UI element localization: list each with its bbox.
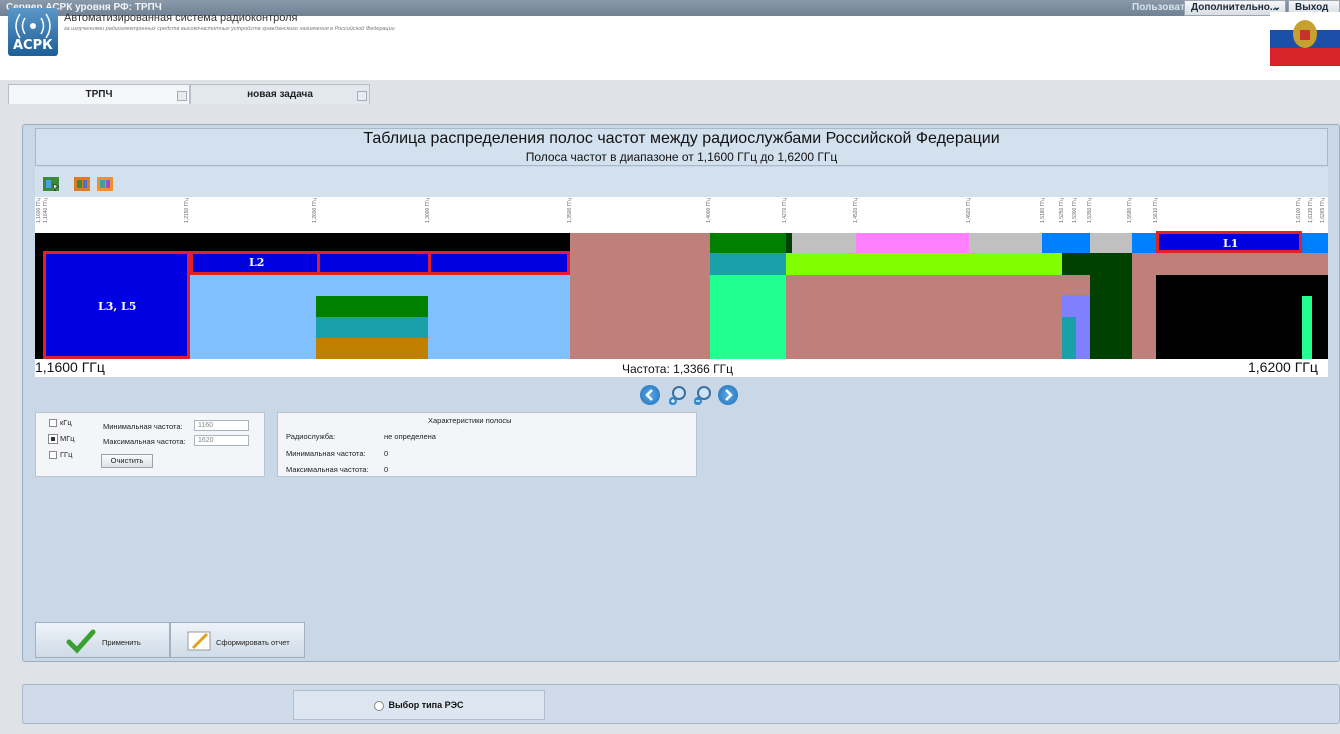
app-title: Автоматизированная система радиоконтроля: [64, 12, 298, 24]
tick-label: 1,3500 ГГц: [567, 198, 573, 223]
service-value: не определена: [384, 432, 436, 441]
checkmark-icon: [66, 629, 96, 654]
band-block[interactable]: [710, 233, 786, 253]
band-min-value: 0: [384, 449, 389, 458]
max-freq-label: Максимальная частота:: [103, 437, 186, 446]
report-button[interactable]: Сформировать отчет: [170, 622, 305, 658]
layers-icon[interactable]: [73, 175, 91, 193]
tick-label: 1,1600 ГГц: [36, 198, 42, 223]
band-block[interactable]: [570, 233, 710, 359]
band-block[interactable]: [969, 233, 1042, 253]
band-block[interactable]: [316, 317, 428, 338]
ghz-radio[interactable]: [49, 451, 57, 459]
tick-label: 1,2600 ГГц: [312, 198, 318, 223]
tick-label: 1,5610 ГГц: [1153, 198, 1159, 223]
res-type-radio[interactable]: [374, 700, 385, 711]
scroll-right-icon[interactable]: [718, 385, 738, 405]
band-block[interactable]: [710, 275, 786, 359]
frequency-ruler: [35, 197, 1328, 233]
tick-label: 1,6100 ГГц: [1296, 198, 1302, 223]
band-block[interactable]: [710, 253, 786, 275]
tick-label: 1,3000 ГГц: [425, 198, 431, 223]
band-block[interactable]: [856, 233, 969, 253]
radio-wave-icon: [15, 13, 51, 39]
band-min-label: Минимальная частота:: [286, 449, 366, 458]
tick-label: 1,4270 ГГц: [782, 198, 788, 223]
bottom-panel: [22, 684, 1340, 724]
logo-text: АСРК: [13, 38, 53, 53]
band-l2-label: L2: [249, 256, 265, 269]
freq-max-label: 1,6200 ГГц: [1248, 359, 1318, 375]
max-freq-input[interactable]: 1620: [194, 435, 249, 446]
tick-label: 1,2150 ГГц: [184, 198, 190, 223]
min-freq-label: Минимальная частота:: [103, 422, 183, 431]
zoom-in-icon[interactable]: [667, 385, 687, 405]
band-block[interactable]: [1090, 233, 1132, 253]
band-block[interactable]: [786, 275, 1062, 359]
tick-label: 1,4520 ГГц: [853, 198, 859, 223]
tick-label: 1,5180 ГГц: [1040, 198, 1046, 223]
more-button-label: Дополнительно...: [1191, 2, 1279, 13]
freq-current-label: Частота: 1,3366 ГГц: [622, 362, 734, 376]
band-block[interactable]: [1042, 233, 1090, 253]
band-divider: [428, 251, 431, 275]
band-characteristics-box: Характеристики полосы Радиослужба: не оп…: [277, 412, 697, 477]
apply-button[interactable]: Применить: [35, 622, 170, 658]
band-block[interactable]: [786, 253, 1062, 275]
tab-new-task[interactable]: новая задача: [190, 84, 370, 104]
close-tab-icon[interactable]: [177, 91, 187, 101]
band-block[interactable]: [1062, 275, 1090, 295]
tick-label: 1,6139 ГГц: [1308, 198, 1314, 223]
band-block[interactable]: [1062, 317, 1076, 359]
scroll-left-icon[interactable]: [640, 385, 660, 405]
tick-label: 1,5590 ГГц: [1127, 198, 1133, 223]
chart-title: Таблица распределения полос частот между…: [363, 130, 1000, 147]
allocation-chart[interactable]: L1 L2 L3, L5: [35, 231, 1328, 359]
chart-toolbar: [35, 167, 1328, 197]
res-type-button[interactable]: Выбор типа РЭС: [293, 690, 545, 720]
mhz-label: МГц: [60, 434, 75, 443]
app-subtitle: за излучениями радиоэлектронных средств …: [64, 26, 395, 32]
tick-label: 1,5350 ГГц: [1087, 198, 1093, 223]
bands-icon[interactable]: [96, 175, 114, 193]
ghz-label: ГГц: [60, 450, 73, 459]
freq-min-label: 1,1600 ГГц: [35, 359, 105, 375]
band-l1-label: L1: [1223, 237, 1239, 250]
tick-label: 1,5250 ГГц: [1059, 198, 1065, 223]
band-block[interactable]: [316, 296, 428, 317]
band-max-value: 0: [384, 465, 389, 474]
band-l3-l5-label: L3, L5: [98, 300, 137, 313]
tab-trpch[interactable]: ТРПЧ: [8, 84, 190, 104]
res-type-label: Выбор типа РЭС: [388, 700, 464, 710]
clear-button[interactable]: Очистить: [101, 454, 153, 468]
service-label: Радиослужба:: [286, 432, 336, 441]
band-divider: [317, 251, 320, 275]
band-block[interactable]: [792, 233, 856, 253]
asrk-logo: АСРК: [8, 8, 58, 56]
apply-label: Применить: [102, 638, 141, 647]
band-block[interactable]: [1302, 296, 1312, 359]
tick-label: 1,4920 ГГц: [966, 198, 972, 223]
tab-trpch-label: ТРПЧ: [85, 89, 113, 100]
band-l2[interactable]: [190, 251, 570, 275]
min-freq-input[interactable]: 1160: [194, 420, 249, 431]
chart-subtitle: Полоса частот в диапазоне от 1,1600 ГГц …: [525, 150, 838, 164]
mhz-radio[interactable]: [48, 434, 58, 444]
band-max-label: Максимальная частота:: [286, 465, 369, 474]
map-view-icon[interactable]: [42, 175, 60, 193]
khz-label: кГц: [60, 418, 72, 427]
khz-radio[interactable]: [49, 419, 57, 427]
report-pencil-icon: [187, 631, 211, 651]
tab-new-task-label: новая задача: [247, 89, 313, 100]
tick-label: 1,1640 ГГц: [43, 198, 49, 223]
russian-flag-emblem: [1270, 12, 1340, 66]
tick-label: 1,5300 ГГц: [1072, 198, 1078, 223]
report-label: Сформировать отчет: [216, 638, 290, 647]
band-block[interactable]: [316, 338, 428, 359]
close-tab-icon[interactable]: [357, 91, 367, 101]
zoom-out-icon[interactable]: [692, 385, 712, 405]
tick-label: 1,6265 ГГц: [1320, 198, 1326, 223]
band-info-title: Характеристики полосы: [428, 416, 512, 425]
tick-label: 1,4000 ГГц: [706, 198, 712, 223]
